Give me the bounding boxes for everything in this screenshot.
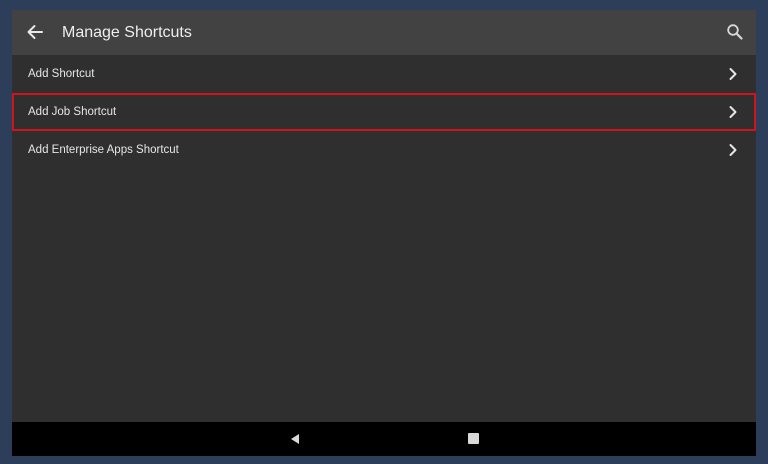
nav-recents-square-icon[interactable] bbox=[468, 433, 479, 444]
app-bar: Manage Shortcuts bbox=[12, 10, 756, 55]
chevron-right-icon bbox=[729, 144, 737, 156]
chevron-right-icon bbox=[729, 106, 737, 118]
back-button[interactable] bbox=[22, 19, 48, 45]
nav-back-triangle-icon[interactable] bbox=[288, 432, 302, 446]
list-item-label: Add Job Shortcut bbox=[28, 106, 117, 118]
list-item-add-shortcut[interactable]: Add Shortcut bbox=[12, 55, 756, 93]
device-screen: Manage Shortcuts Add Shortcut Add Job Sh… bbox=[12, 10, 756, 456]
list-item-add-enterprise-apps-shortcut[interactable]: Add Enterprise Apps Shortcut bbox=[12, 131, 756, 169]
system-navigation-bar bbox=[12, 422, 756, 456]
search-button[interactable] bbox=[724, 21, 746, 43]
page-title: Manage Shortcuts bbox=[62, 24, 192, 41]
list-item-label: Add Shortcut bbox=[28, 68, 95, 80]
arrow-left-icon bbox=[27, 25, 43, 39]
shortcut-options-list: Add Shortcut Add Job Shortcut Add Enterp… bbox=[12, 55, 756, 169]
search-icon bbox=[727, 24, 743, 40]
list-item-label: Add Enterprise Apps Shortcut bbox=[28, 144, 179, 156]
chevron-right-icon bbox=[729, 68, 737, 80]
list-item-add-job-shortcut[interactable]: Add Job Shortcut bbox=[12, 93, 756, 131]
